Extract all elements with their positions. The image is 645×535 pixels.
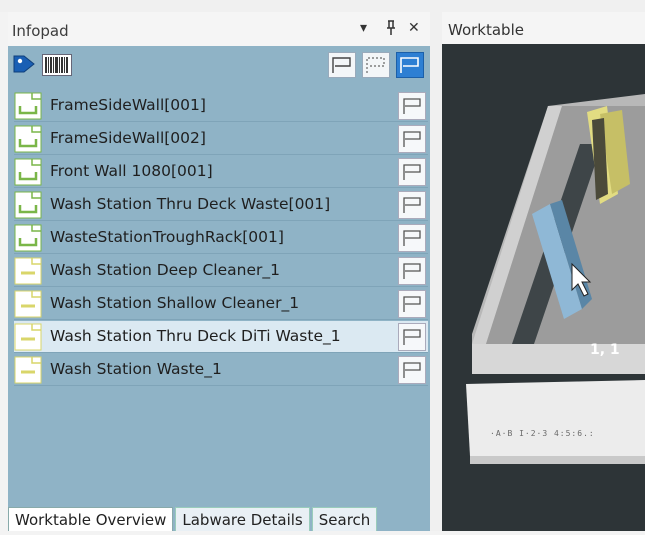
flag-icon[interactable] (398, 290, 426, 318)
deck-front-edge (470, 456, 645, 464)
flag-outline-icon[interactable] (362, 52, 390, 78)
yellow-labware-icon (14, 323, 42, 351)
coordinate-label: 1, 1 (590, 342, 620, 358)
green-carrier-icon (14, 92, 42, 120)
list-item-label: Wash Station Deep Cleaner_1 (50, 261, 280, 279)
flag-icon[interactable] (398, 356, 426, 384)
flag-icon[interactable] (398, 158, 426, 186)
worktable-title: Worktable (448, 21, 524, 39)
tab-search[interactable]: Search (311, 507, 378, 531)
yellow-labware-icon (14, 356, 42, 384)
list-item[interactable]: Wash Station Deep Cleaner_1 (14, 255, 428, 287)
list-item-label: FrameSideWall[001] (50, 96, 206, 114)
infopad-title: Infopad (12, 22, 69, 40)
infopad-header: Infopad ▾ ✕ (8, 12, 430, 46)
list-item[interactable]: WasteStationTroughRack[001] (14, 222, 428, 254)
list-item[interactable]: Wash Station Waste_1 (14, 354, 428, 386)
infopad-tabs: Worktable Overview Labware Details Searc… (8, 507, 430, 531)
flag-icon[interactable] (398, 257, 426, 285)
list-item-label: WasteStationTroughRack[001] (50, 228, 284, 246)
flag-icon[interactable] (398, 224, 426, 252)
labware-list: FrameSideWall[001] FrameSideWall[002] Fr… (14, 90, 428, 387)
flag-icon[interactable] (398, 92, 426, 120)
worktable-scene (466, 94, 645, 464)
worktable-panel: Worktable 1, 1 ·A·B I·2·3 4:5:6.: (442, 12, 645, 531)
green-carrier-icon (14, 125, 42, 153)
deck-position-labels: ·A·B I·2·3 4:5:6.: (490, 429, 595, 438)
infopad-toolbar (8, 46, 430, 86)
deck-front-bar (466, 380, 645, 456)
flag-icon[interactable] (398, 191, 426, 219)
dropdown-icon[interactable]: ▾ (360, 20, 367, 36)
tab-labware-details[interactable]: Labware Details (175, 507, 310, 531)
list-item[interactable]: FrameSideWall[001] (14, 90, 428, 122)
green-carrier-icon (14, 224, 42, 252)
list-item[interactable]: Wash Station Shallow Cleaner_1 (14, 288, 428, 320)
infopad-panel: Infopad ▾ ✕ FrameSideWall[001] FrameSide… (8, 12, 430, 531)
panel-splitter[interactable] (430, 12, 442, 531)
list-item[interactable]: Front Wall 1080[001] (14, 156, 428, 188)
flag-icon[interactable] (398, 125, 426, 153)
list-item-label: Wash Station Shallow Cleaner_1 (50, 294, 300, 312)
yellow-labware-icon (14, 290, 42, 318)
list-item-label: Wash Station Thru Deck DiTi Waste_1 (50, 327, 341, 345)
flag-icon[interactable] (398, 323, 426, 351)
top-strip (0, 0, 645, 12)
green-carrier-icon (14, 158, 42, 186)
list-item[interactable]: Wash Station Thru Deck DiTi Waste_1 (14, 321, 428, 353)
close-icon[interactable]: ✕ (408, 20, 420, 36)
worktable-3d-view[interactable]: 1, 1 ·A·B I·2·3 4:5:6.: (442, 44, 645, 531)
list-item[interactable]: FrameSideWall[002] (14, 123, 428, 155)
pin-icon[interactable] (385, 20, 397, 40)
tab-worktable-overview[interactable]: Worktable Overview (8, 507, 174, 531)
list-item-label: Wash Station Waste_1 (50, 360, 222, 378)
barcode-icon[interactable] (42, 54, 72, 76)
green-carrier-icon (14, 191, 42, 219)
list-item-label: FrameSideWall[002] (50, 129, 206, 147)
flag-active-icon[interactable] (396, 52, 424, 78)
yellow-labware-icon (14, 257, 42, 285)
worktable-header: Worktable (442, 12, 645, 44)
list-item-label: Wash Station Thru Deck Waste[001] (50, 195, 331, 213)
list-item-label: Front Wall 1080[001] (50, 162, 213, 180)
list-item[interactable]: Wash Station Thru Deck Waste[001] (14, 189, 428, 221)
tag-icon[interactable] (12, 52, 38, 76)
flag-icon[interactable] (328, 52, 356, 78)
